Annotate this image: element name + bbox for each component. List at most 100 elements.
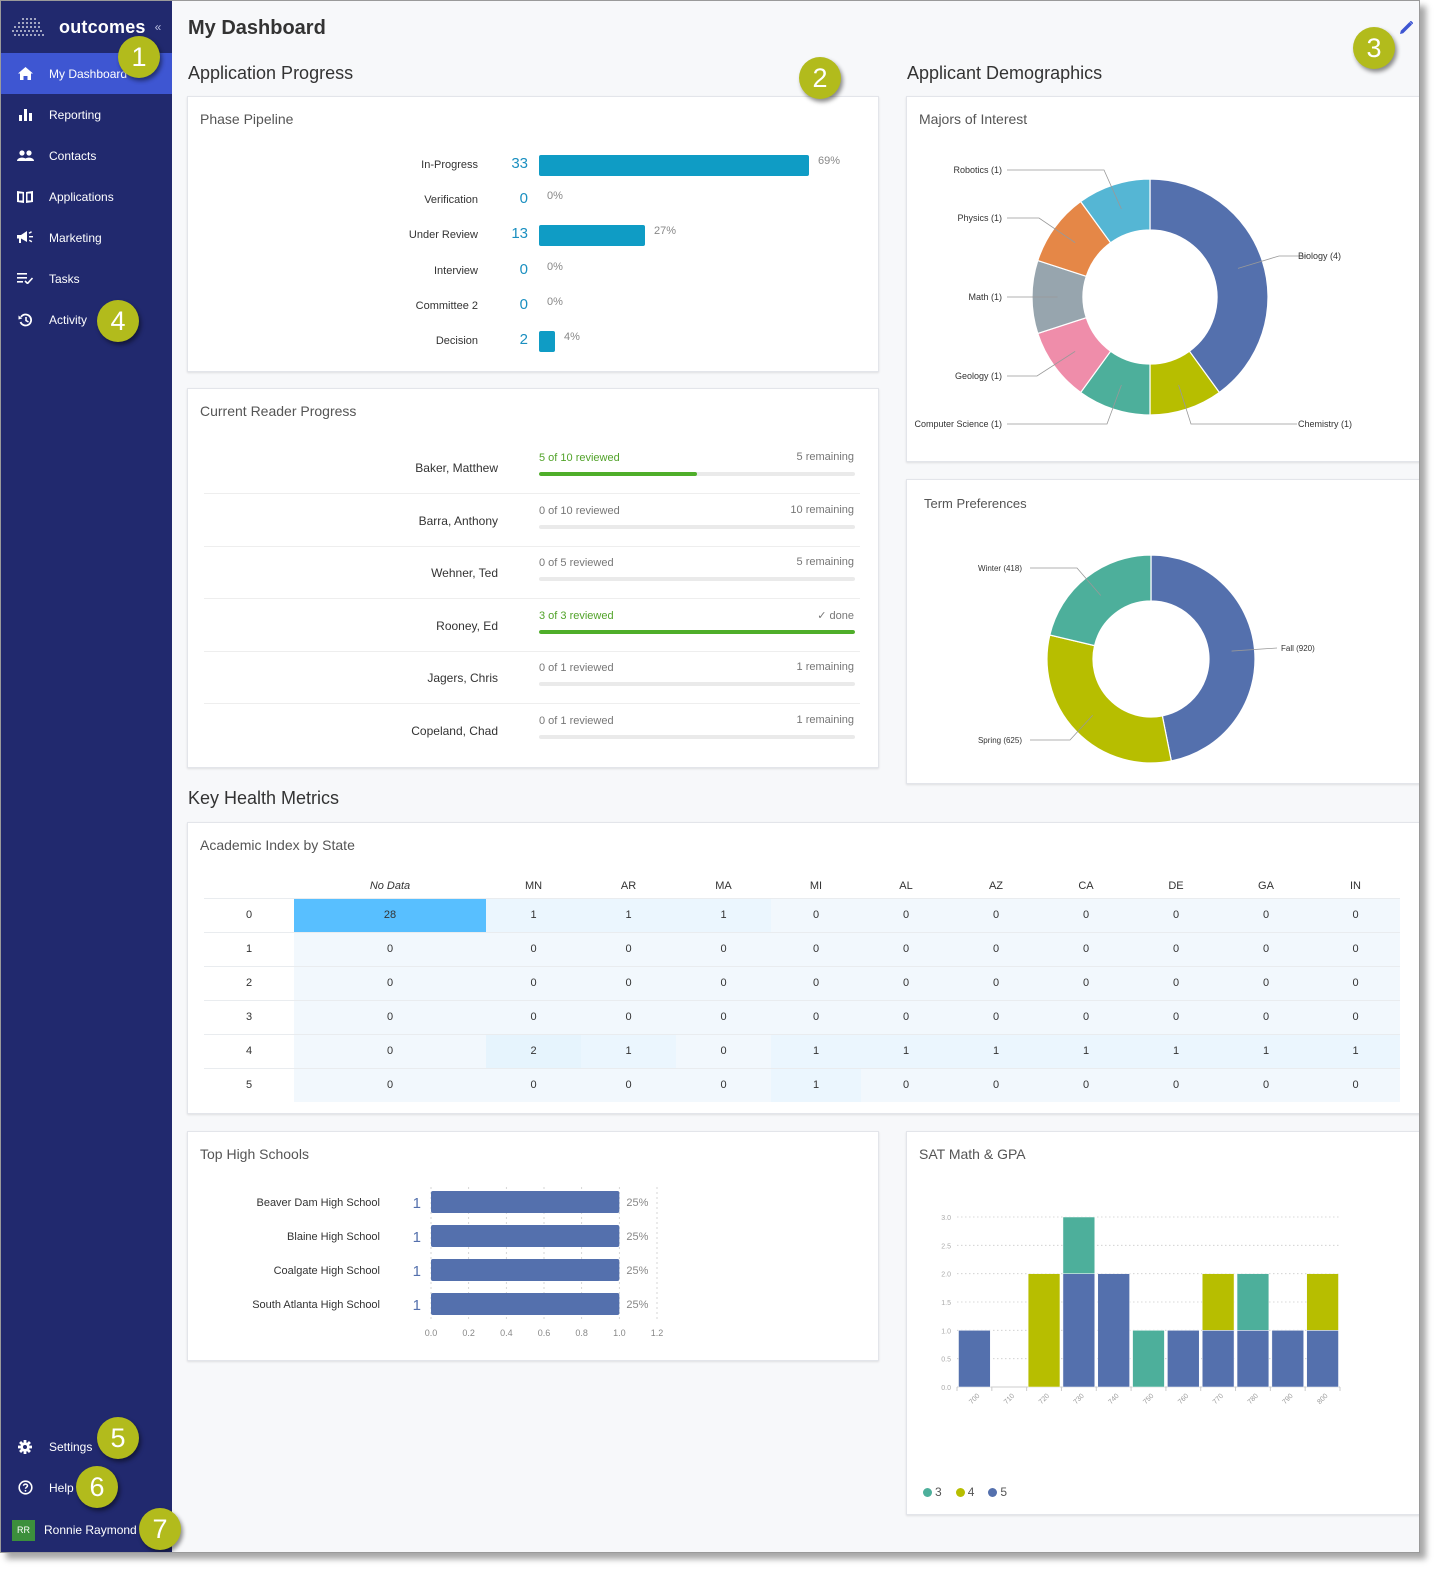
reader-status: 0 of 10 reviewed (539, 504, 620, 517)
bar-segment-series-3[interactable] (1062, 1216, 1096, 1274)
x-tick-label: 750 (1142, 1393, 1155, 1406)
bar-segment-series-5[interactable] (1271, 1330, 1304, 1388)
table-cell: 0 (771, 897, 861, 932)
reader-remaining: 5 remaining (796, 556, 854, 569)
column-header[interactable]: CA (1041, 875, 1131, 898)
pipeline-percent: 4% (564, 331, 580, 343)
legend-label: 5 (1000, 1485, 1008, 1499)
bar-segment-series-5[interactable] (1236, 1330, 1270, 1388)
bar-segment-series-5[interactable] (1062, 1273, 1096, 1388)
school-count: 1 (413, 1297, 421, 1314)
table-cell: 0 (951, 965, 1041, 1000)
column-header[interactable]: No Data (294, 875, 486, 898)
legend-item[interactable]: 3 (923, 1485, 942, 1499)
donut-slice[interactable] (1149, 178, 1269, 394)
bar-segment-series-3[interactable] (1236, 1273, 1270, 1331)
school-bar[interactable] (431, 1191, 620, 1213)
bar-segment-series-5[interactable] (958, 1330, 991, 1388)
bar-segment-series-5[interactable] (1201, 1330, 1235, 1388)
x-tick-label: 780 (1247, 1393, 1260, 1406)
column-header[interactable]: AR (581, 875, 676, 898)
sidebar-item-settings[interactable]: Settings (1, 1426, 172, 1467)
sidebar-item-applications[interactable]: Applications (1, 176, 172, 217)
x-tick-label: 710 (1003, 1393, 1016, 1406)
table-cell: 1 (771, 1033, 861, 1068)
pipeline-row[interactable]: Committee 2 0 0% (188, 294, 878, 318)
sidebar-item-contacts[interactable]: Contacts (1, 135, 172, 176)
pipeline-row[interactable]: Decision 2 4% (188, 329, 878, 353)
x-tick-label: 740 (1107, 1393, 1120, 1406)
column-header[interactable]: MA (676, 875, 771, 898)
table-cell: 0 (1041, 999, 1131, 1034)
donut-slice[interactable] (1046, 634, 1173, 764)
reader-name: Baker, Matthew (415, 461, 498, 475)
sidebar-item-marketing[interactable]: Marketing (1, 217, 172, 258)
table-cell: 1 (581, 1033, 676, 1068)
sidebar-item-reporting[interactable]: Reporting (1, 94, 172, 135)
column-header[interactable]: AZ (951, 875, 1041, 898)
pipeline-count: 0 (519, 190, 528, 207)
pipeline-label: Decision (435, 335, 478, 347)
column-header[interactable]: AL (861, 875, 951, 898)
x-tick-label: 0.4 (500, 1328, 513, 1338)
sidebar-item-tasks[interactable]: Tasks (1, 258, 172, 299)
table-cell: 0 (294, 1033, 486, 1068)
donut-slice[interactable] (1049, 554, 1152, 647)
column-header[interactable]: MI (771, 875, 861, 898)
pipeline-bar (539, 331, 555, 352)
y-tick-label: 1.0 (941, 1328, 951, 1335)
table-cell: 0 (581, 965, 676, 1000)
column-header[interactable]: GA (1221, 875, 1311, 898)
row-header: 2 (204, 965, 294, 1000)
legend-dot (955, 1487, 965, 1497)
terms-card: Term Preferences Fall (920) Spring (625) W… (906, 479, 1419, 784)
slice-label: Robotics (1) (953, 165, 1002, 175)
table-cell: 0 (581, 999, 676, 1034)
school-bar[interactable] (431, 1259, 620, 1281)
bar-segment-series-4[interactable] (1306, 1273, 1339, 1331)
table-cell: 1 (1311, 1033, 1400, 1068)
bar-segment-series-5[interactable] (1167, 1330, 1200, 1388)
collapse-sidebar-button[interactable]: « (155, 20, 162, 34)
column-header[interactable]: DE (1131, 875, 1221, 898)
reader-progress-fill (539, 629, 855, 634)
school-bar[interactable] (431, 1225, 620, 1247)
legend-item[interactable]: 4 (955, 1485, 974, 1499)
slice-label: Biology (4) (1298, 251, 1341, 261)
table-cell: 1 (1041, 1033, 1131, 1068)
pipeline-row[interactable]: Under Review 13 27% (188, 223, 878, 247)
legend-item[interactable]: 5 (988, 1485, 1007, 1499)
donut-slice[interactable] (1150, 554, 1256, 762)
table-cell: 0 (951, 1067, 1041, 1102)
x-tick-label: 1.2 (651, 1328, 664, 1338)
pipeline-percent: 0% (547, 190, 563, 202)
pipeline-row[interactable]: Verification 0 0% (188, 188, 878, 212)
column-header[interactable]: IN (1311, 875, 1400, 898)
table-cell: 0 (1131, 999, 1221, 1034)
slice-label: Spring (625) (978, 736, 1022, 745)
pipeline-label: Interview (433, 265, 478, 277)
majors-card: Majors of Interest Biology (4) Chemistry … (906, 96, 1419, 462)
table-cell: 0 (771, 931, 861, 966)
bar-segment-series-4[interactable] (1201, 1273, 1235, 1331)
row-header: 4 (204, 1033, 294, 1068)
table-cell: 0 (1221, 965, 1311, 1000)
bar-segment-series-5[interactable] (1097, 1273, 1130, 1388)
pipeline-row[interactable]: Interview 0 0% (188, 259, 878, 283)
table-row: 200000000000 (204, 965, 1400, 1000)
sidebar-item-activity[interactable]: Activity (1, 299, 172, 340)
table-cell: 0 (1221, 897, 1311, 932)
gear-icon (16, 1439, 34, 1455)
pipeline-row[interactable]: In-Progress 33 69% (188, 153, 878, 177)
school-bar[interactable] (431, 1293, 620, 1315)
column-header[interactable]: MN (486, 875, 581, 898)
pencil-icon[interactable] (1400, 20, 1414, 39)
slice-label: Geology (1) (955, 371, 1002, 381)
reader-status: 0 of 5 reviewed (539, 557, 614, 570)
bar-segment-series-5[interactable] (1306, 1330, 1339, 1388)
bar-segment-series-4[interactable] (1027, 1273, 1061, 1388)
table-row: 100000000000 (204, 931, 1400, 966)
bar-segment-series-3[interactable] (1132, 1330, 1165, 1388)
home-icon (16, 66, 34, 82)
school-percent: 25% (626, 1299, 648, 1311)
